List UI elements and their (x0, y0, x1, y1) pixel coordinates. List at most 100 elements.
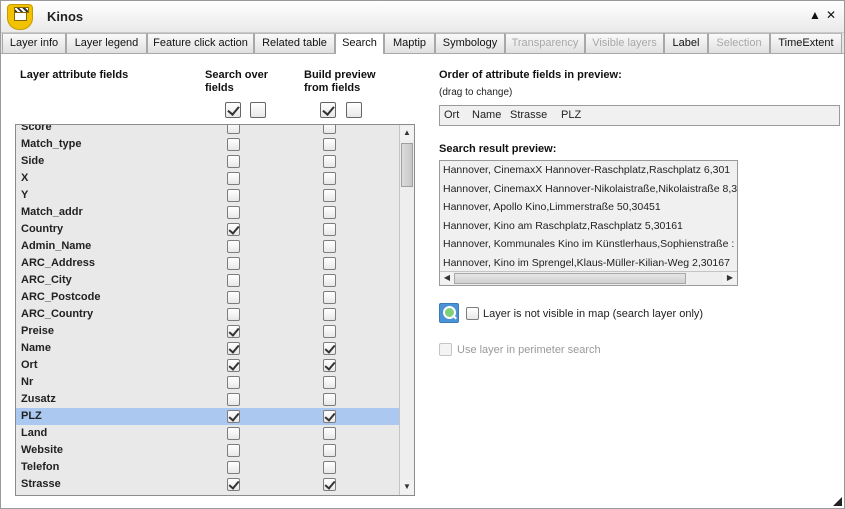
preview-horizontal-scrollbar[interactable]: ◀ ▶ (440, 271, 737, 285)
search-field-checkbox[interactable] (227, 155, 240, 168)
search-field-checkbox[interactable] (227, 376, 240, 389)
search-layer-icon[interactable] (439, 303, 459, 323)
search-select-all-checkbox[interactable] (225, 102, 241, 118)
minimize-icon[interactable]: ▲ (807, 7, 823, 23)
preview-field-checkbox[interactable] (323, 342, 336, 355)
preview-field-checkbox[interactable] (323, 189, 336, 202)
field-row[interactable]: Match_addr (16, 204, 401, 221)
preview-field-checkbox[interactable] (323, 206, 336, 219)
preview-field-checkbox[interactable] (323, 359, 336, 372)
preview-field-order[interactable]: Ort Name Strasse PLZ (439, 105, 840, 126)
tab-time-extent[interactable]: TimeExtent (770, 33, 842, 54)
order-field-item[interactable]: Name (472, 106, 501, 125)
field-row[interactable]: Preise (16, 323, 401, 340)
search-field-checkbox[interactable] (227, 138, 240, 151)
preview-field-checkbox[interactable] (323, 291, 336, 304)
tab-selection[interactable]: Selection (708, 33, 770, 54)
search-field-checkbox[interactable] (227, 189, 240, 202)
preview-field-checkbox[interactable] (323, 125, 336, 134)
search-field-checkbox[interactable] (227, 342, 240, 355)
order-field-item[interactable]: Ort (444, 106, 459, 125)
search-field-checkbox[interactable] (227, 274, 240, 287)
resize-grip-icon[interactable] (833, 497, 842, 506)
attribute-field-list[interactable]: Strasse Telefon Website Land PLZ Zusatz Nr Ort N… (15, 124, 415, 496)
field-row[interactable]: X (16, 170, 401, 187)
tab-maptip[interactable]: Maptip (384, 33, 435, 54)
field-row[interactable]: ARC_Address (16, 255, 401, 272)
field-row[interactable]: Website (16, 442, 401, 459)
tab-search[interactable]: Search (335, 33, 384, 55)
field-row[interactable]: Ort (16, 357, 401, 374)
tab-layer-legend[interactable]: Layer legend (66, 33, 147, 54)
search-result-preview[interactable]: Hannover, Kino im Sprengel,Klaus-Müller-… (439, 160, 738, 286)
tab-symbology[interactable]: Symbology (435, 33, 505, 54)
preview-field-checkbox[interactable] (323, 325, 336, 338)
field-row[interactable]: Strasse (16, 476, 401, 493)
field-row[interactable]: Side (16, 153, 401, 170)
field-row[interactable]: Nr (16, 374, 401, 391)
field-row[interactable]: Score (16, 125, 401, 136)
tab-label[interactable]: Label (664, 33, 708, 54)
scroll-up-icon[interactable]: ▲ (400, 126, 414, 140)
search-field-checkbox[interactable] (227, 444, 240, 457)
field-row[interactable]: Match_type (16, 136, 401, 153)
preview-field-checkbox[interactable] (323, 172, 336, 185)
search-field-checkbox[interactable] (227, 223, 240, 236)
scroll-thumb[interactable] (401, 143, 413, 187)
field-row[interactable]: Land (16, 425, 401, 442)
title-bar[interactable]: Kinos ▲ ✕ (1, 1, 844, 33)
field-row[interactable]: Admin_Name (16, 238, 401, 255)
search-select-none-checkbox[interactable] (250, 102, 266, 118)
search-field-checkbox[interactable] (227, 257, 240, 270)
tab-related-table[interactable]: Related table (254, 33, 335, 54)
search-field-checkbox[interactable] (227, 206, 240, 219)
preview-field-checkbox[interactable] (323, 240, 336, 253)
field-row[interactable]: Name (16, 340, 401, 357)
search-field-checkbox[interactable] (227, 393, 240, 406)
close-icon[interactable]: ✕ (823, 7, 839, 23)
preview-scroll-thumb[interactable] (454, 273, 686, 284)
search-field-checkbox[interactable] (227, 410, 240, 423)
order-field-item[interactable]: Strasse (510, 106, 547, 125)
field-row[interactable]: Country (16, 221, 401, 238)
search-field-checkbox[interactable] (227, 427, 240, 440)
preview-select-all-checkbox[interactable] (320, 102, 336, 118)
preview-field-checkbox[interactable] (323, 274, 336, 287)
preview-field-checkbox[interactable] (323, 155, 336, 168)
preview-field-checkbox[interactable] (323, 257, 336, 270)
order-field-item[interactable]: PLZ (561, 106, 581, 125)
preview-select-none-checkbox[interactable] (346, 102, 362, 118)
field-row[interactable]: ARC_Postcode (16, 289, 401, 306)
search-field-checkbox[interactable] (227, 461, 240, 474)
preview-field-checkbox[interactable] (323, 376, 336, 389)
search-field-checkbox[interactable] (227, 125, 240, 134)
search-field-checkbox[interactable] (227, 240, 240, 253)
scroll-left-icon[interactable]: ◀ (440, 272, 454, 284)
search-field-checkbox[interactable] (227, 359, 240, 372)
preview-field-checkbox[interactable] (323, 444, 336, 457)
perimeter-search-checkbox[interactable] (439, 343, 452, 356)
tab-layer-info[interactable]: Layer info (2, 33, 66, 54)
tab-feature-click-action[interactable]: Feature click action (147, 33, 254, 54)
tab-transparency[interactable]: Transparency (505, 33, 585, 54)
preview-field-checkbox[interactable] (323, 308, 336, 321)
preview-field-checkbox[interactable] (323, 478, 336, 491)
search-field-checkbox[interactable] (227, 172, 240, 185)
search-field-checkbox[interactable] (227, 325, 240, 338)
tab-visible-layers[interactable]: Visible layers (585, 33, 664, 54)
preview-field-checkbox[interactable] (323, 393, 336, 406)
search-field-checkbox[interactable] (227, 478, 240, 491)
preview-field-checkbox[interactable] (323, 223, 336, 236)
preview-field-checkbox[interactable] (323, 461, 336, 474)
field-row[interactable]: ARC_Country (16, 306, 401, 323)
preview-field-checkbox[interactable] (323, 427, 336, 440)
search-field-checkbox[interactable] (227, 291, 240, 304)
field-row[interactable]: ARC_City (16, 272, 401, 289)
field-list-scrollbar[interactable]: ▲ ▼ (399, 125, 414, 495)
field-row[interactable]: PLZ (16, 408, 401, 425)
scroll-right-icon[interactable]: ▶ (723, 272, 737, 284)
field-row[interactable]: Zusatz (16, 391, 401, 408)
layer-not-visible-checkbox[interactable] (466, 307, 479, 320)
scroll-down-icon[interactable]: ▼ (400, 480, 414, 494)
preview-field-checkbox[interactable] (323, 410, 336, 423)
